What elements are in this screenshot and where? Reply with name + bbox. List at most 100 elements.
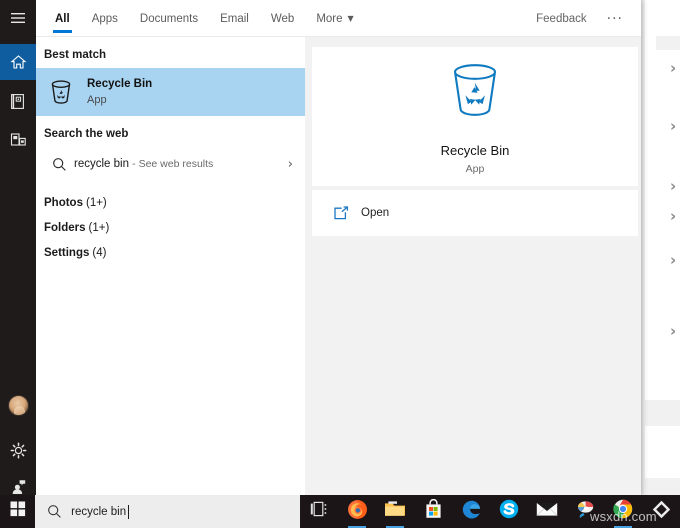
tab-apps-label: Apps bbox=[91, 12, 118, 25]
store-icon bbox=[424, 498, 443, 524]
category-count: (1+) bbox=[85, 196, 107, 209]
background-chevron[interactable]: › bbox=[670, 61, 676, 76]
feedback-button[interactable]: Feedback bbox=[528, 13, 595, 25]
recycle-bin-icon bbox=[44, 75, 78, 109]
gear-icon bbox=[10, 442, 27, 459]
folder-icon bbox=[384, 500, 406, 523]
taskbar-item-microsoft-store[interactable] bbox=[414, 495, 452, 528]
background-edge-shadow bbox=[641, 0, 645, 495]
tab-bar: All Apps Documents Email Web More ▼ Feed… bbox=[36, 0, 641, 37]
result-subtitle: App bbox=[87, 94, 107, 106]
web-result-query: recycle bin bbox=[74, 158, 129, 170]
taskbar-icons bbox=[300, 495, 680, 528]
sidebar-item-documents[interactable] bbox=[0, 122, 36, 158]
sidebar-item-home[interactable] bbox=[0, 44, 36, 80]
taskbar-item-chrome[interactable] bbox=[604, 495, 642, 528]
tab-documents-label: Documents bbox=[139, 12, 199, 25]
preview-actions: Open bbox=[312, 190, 638, 236]
tab-web[interactable]: Web bbox=[260, 0, 305, 37]
background-chevron[interactable]: › bbox=[670, 179, 676, 194]
background-strip-1 bbox=[656, 36, 680, 50]
home-icon bbox=[10, 54, 27, 70]
avatar[interactable] bbox=[8, 395, 29, 416]
taskbar-search-box[interactable]: recycle bin bbox=[35, 495, 300, 528]
taskbar-item-file-explorer[interactable] bbox=[376, 495, 414, 528]
taskbar-item-skype[interactable] bbox=[490, 495, 528, 528]
search-icon bbox=[44, 157, 74, 172]
tab-documents[interactable]: Documents bbox=[129, 0, 209, 37]
result-row-recycle-bin[interactable]: Recycle Bin App bbox=[36, 68, 305, 116]
screen: › › › › › › All Apps Documents Email Web… bbox=[0, 0, 680, 528]
tab-web-label: Web bbox=[270, 12, 295, 25]
taskbar-item-mail[interactable] bbox=[528, 495, 566, 528]
header-actions: Feedback ··· bbox=[528, 0, 641, 37]
taskbar-item-app-extra[interactable] bbox=[642, 495, 680, 528]
background-strip-3 bbox=[645, 478, 680, 495]
taskbar-item-task-view[interactable] bbox=[300, 495, 338, 528]
category-label: Settings bbox=[44, 246, 90, 259]
edge-icon bbox=[461, 499, 482, 525]
chrome-icon bbox=[613, 499, 633, 524]
preview-subtitle: App bbox=[465, 163, 485, 175]
background-chevron[interactable]: › bbox=[670, 119, 676, 134]
nav-rail bbox=[0, 0, 36, 495]
open-action-label: Open bbox=[361, 207, 390, 219]
overflow-menu-button[interactable]: ··· bbox=[599, 11, 631, 27]
category-label: Folders bbox=[44, 221, 86, 234]
web-result-label: recycle bin - See web results bbox=[74, 158, 213, 170]
avatar-face bbox=[14, 406, 25, 415]
tab-email-label: Email bbox=[220, 12, 249, 25]
open-action-button[interactable]: Open bbox=[312, 205, 390, 221]
results-list: Best match Recycle Bin App Search the we… bbox=[36, 37, 305, 495]
chevron-down-icon: ▼ bbox=[347, 13, 354, 23]
task-view-icon bbox=[310, 501, 329, 522]
skype-icon bbox=[499, 499, 519, 524]
taskbar-item-paint[interactable] bbox=[566, 495, 604, 528]
tab-apps[interactable]: Apps bbox=[81, 0, 129, 37]
results-spacer bbox=[36, 181, 305, 190]
sidebar-item-notebook[interactable] bbox=[0, 83, 36, 119]
preview-card: Recycle Bin App bbox=[312, 47, 638, 186]
paint-icon bbox=[575, 500, 596, 524]
web-result-suffix: - See web results bbox=[132, 158, 214, 170]
tab-email[interactable]: Email bbox=[209, 0, 260, 37]
background-chevron[interactable]: › bbox=[670, 209, 676, 224]
background-chevron[interactable]: › bbox=[670, 253, 676, 268]
windows-start-button[interactable] bbox=[0, 495, 35, 528]
category-row-settings[interactable]: Settings (4) bbox=[36, 240, 305, 265]
search-input[interactable]: recycle bin bbox=[71, 504, 130, 519]
tab-more[interactable]: More ▼ bbox=[305, 0, 364, 37]
hamburger-button[interactable] bbox=[0, 0, 36, 36]
chevron-right-icon[interactable]: › bbox=[288, 157, 297, 172]
search-flyout: All Apps Documents Email Web More ▼ Feed… bbox=[0, 0, 641, 495]
web-result-row[interactable]: recycle bin - See web results › bbox=[36, 147, 305, 181]
category-row-folders[interactable]: Folders (1+) bbox=[36, 215, 305, 240]
background-strip-2 bbox=[645, 400, 680, 426]
sidebar-item-settings[interactable] bbox=[0, 432, 36, 468]
taskbar-item-microsoft-edge[interactable] bbox=[452, 495, 490, 528]
notebook-icon bbox=[10, 93, 26, 110]
category-row-photos[interactable]: Photos (1+) bbox=[36, 190, 305, 215]
category-label: Photos bbox=[44, 196, 83, 209]
result-text: Recycle Bin App bbox=[87, 77, 152, 107]
taskbar: recycle bin bbox=[0, 495, 680, 528]
recycle-bin-large-icon bbox=[441, 60, 509, 131]
best-match-heading: Best match bbox=[44, 49, 106, 61]
mail-icon bbox=[536, 501, 558, 522]
tab-all-label: All bbox=[55, 12, 70, 25]
search-web-heading: Search the web bbox=[44, 128, 129, 140]
background-chevron[interactable]: › bbox=[670, 324, 676, 339]
diamond-app-icon bbox=[652, 500, 671, 524]
windows-start-icon bbox=[10, 501, 26, 522]
person-feedback-icon bbox=[10, 479, 27, 495]
firefox-icon bbox=[347, 499, 368, 525]
open-external-icon bbox=[331, 205, 351, 221]
documents-icon bbox=[10, 132, 27, 148]
search-icon bbox=[45, 504, 63, 519]
taskbar-item-firefox[interactable] bbox=[338, 495, 376, 528]
preview-title: Recycle Bin bbox=[440, 143, 510, 158]
category-count: (4) bbox=[92, 246, 107, 259]
preview-pane: Recycle Bin App Open bbox=[305, 37, 641, 495]
tab-all[interactable]: All bbox=[44, 0, 81, 37]
tab-more-label: More bbox=[316, 12, 343, 25]
